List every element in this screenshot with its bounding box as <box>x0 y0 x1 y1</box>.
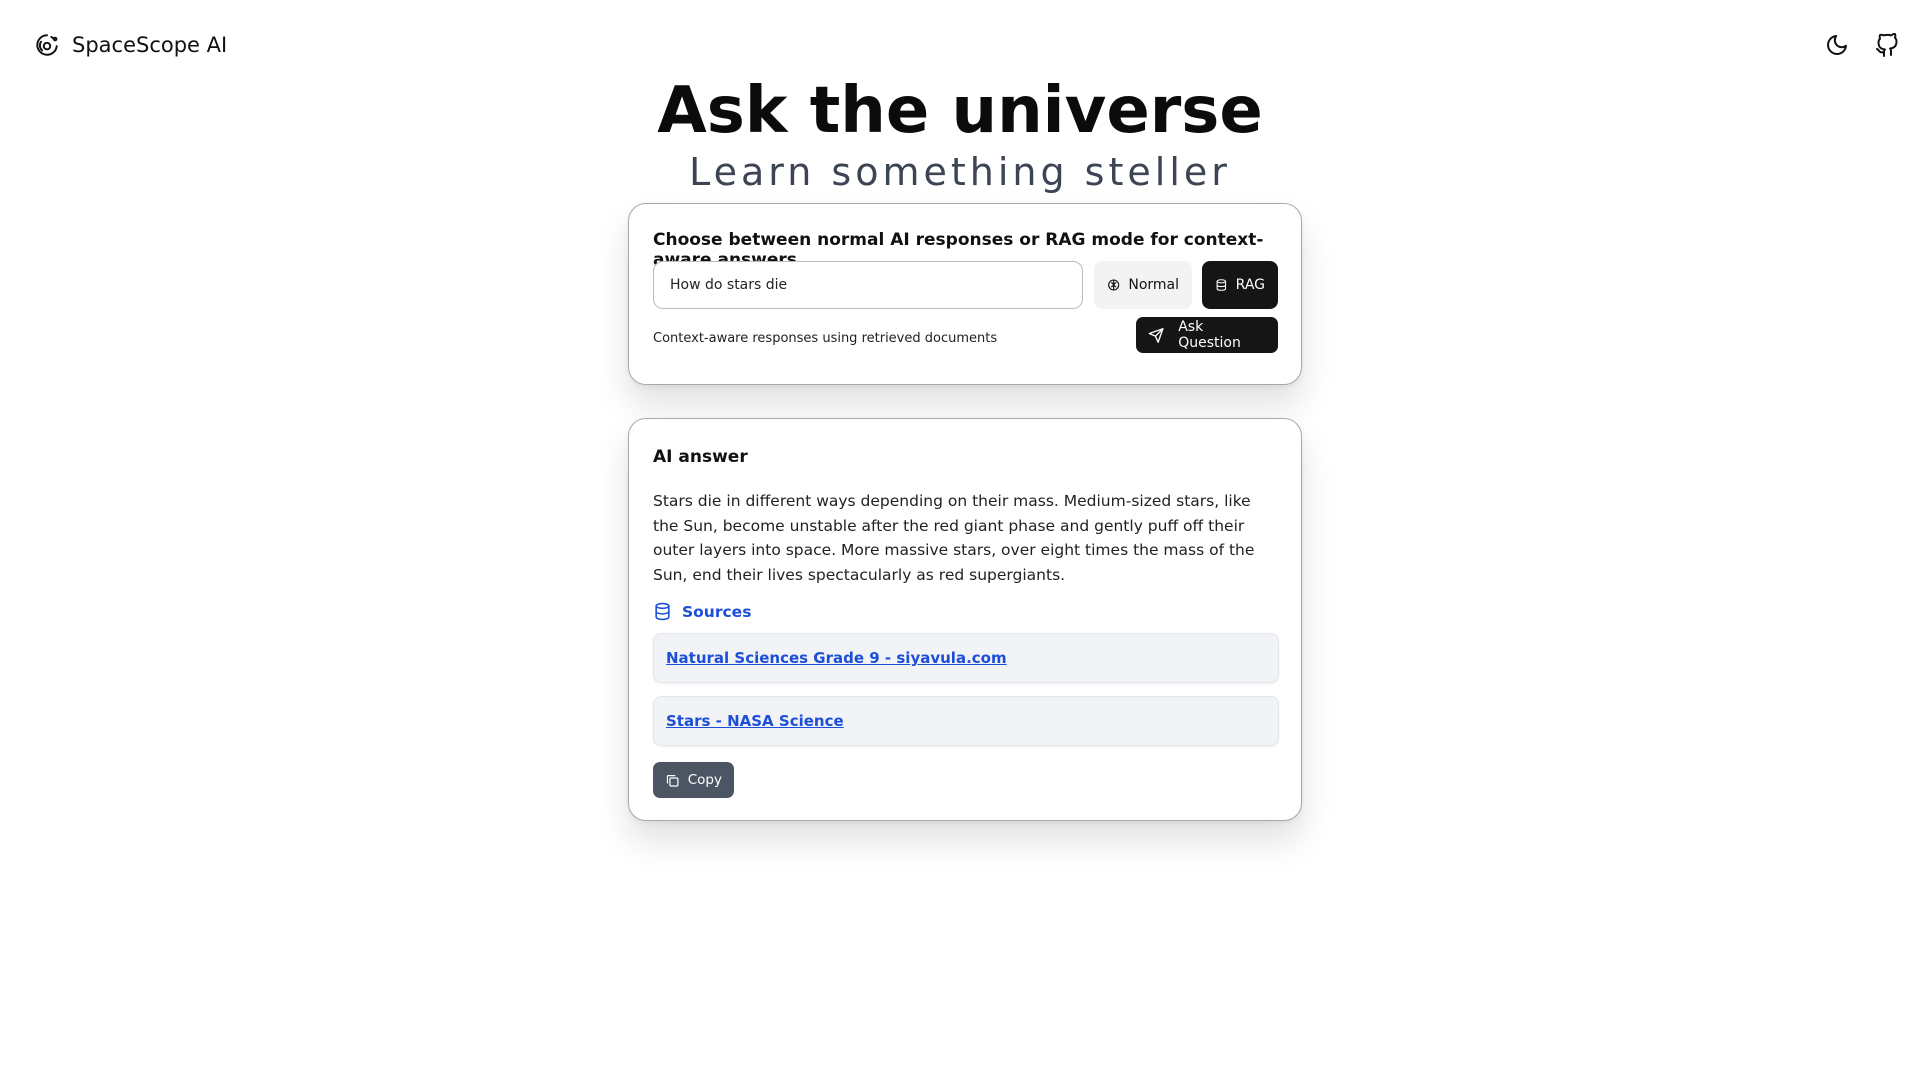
nav-actions <box>1824 32 1900 58</box>
query-card: Choose between normal AI responses or RA… <box>628 203 1302 385</box>
source-link[interactable]: Stars - NASA Science <box>666 712 844 730</box>
mode-rag-button[interactable]: RAG <box>1202 261 1278 309</box>
send-icon <box>1148 327 1164 343</box>
brain-icon <box>1108 279 1120 291</box>
hero-subtitle: Learn something steller <box>689 150 1231 194</box>
source-item: Stars - NASA Science <box>653 696 1279 746</box>
answer-title: AI answer <box>653 447 748 467</box>
brand[interactable]: SpaceScope AI <box>34 32 227 58</box>
copy-button[interactable]: Copy <box>653 762 734 798</box>
mode-rag-label: RAG <box>1235 277 1265 293</box>
hero-title: Ask the universe <box>657 74 1263 148</box>
sources-label: Sources <box>682 602 752 621</box>
theme-toggle-button[interactable] <box>1824 32 1850 58</box>
github-link[interactable] <box>1874 32 1900 58</box>
ask-question-label: Ask Question <box>1178 319 1241 351</box>
brand-name: SpaceScope AI <box>72 33 228 57</box>
planet-logo-icon <box>36 34 58 56</box>
database-icon <box>1216 279 1227 291</box>
question-input[interactable] <box>653 261 1083 309</box>
hero: Ask the universe Learn something steller <box>0 72 1920 194</box>
database-icon <box>655 602 670 621</box>
source-item: Natural Sciences Grade 9 - siyavula.com <box>653 633 1279 683</box>
mode-normal-label: Normal <box>1128 277 1179 293</box>
source-link[interactable]: Natural Sciences Grade 9 - siyavula.com <box>666 649 1007 667</box>
mode-normal-button[interactable]: Normal <box>1094 261 1192 309</box>
sources-header: Sources <box>653 602 751 621</box>
answer-card: AI answer Stars die in different ways de… <box>628 418 1302 821</box>
mode-hint: Context-aware responses using retrieved … <box>653 331 998 346</box>
copy-icon <box>666 774 679 787</box>
answer-text: Stars die in different ways depending on… <box>653 492 1255 584</box>
moon-icon <box>1827 35 1847 55</box>
copy-label: Copy <box>687 772 722 788</box>
github-icon <box>1876 33 1898 57</box>
ask-question-button[interactable]: Ask Question <box>1136 317 1278 353</box>
